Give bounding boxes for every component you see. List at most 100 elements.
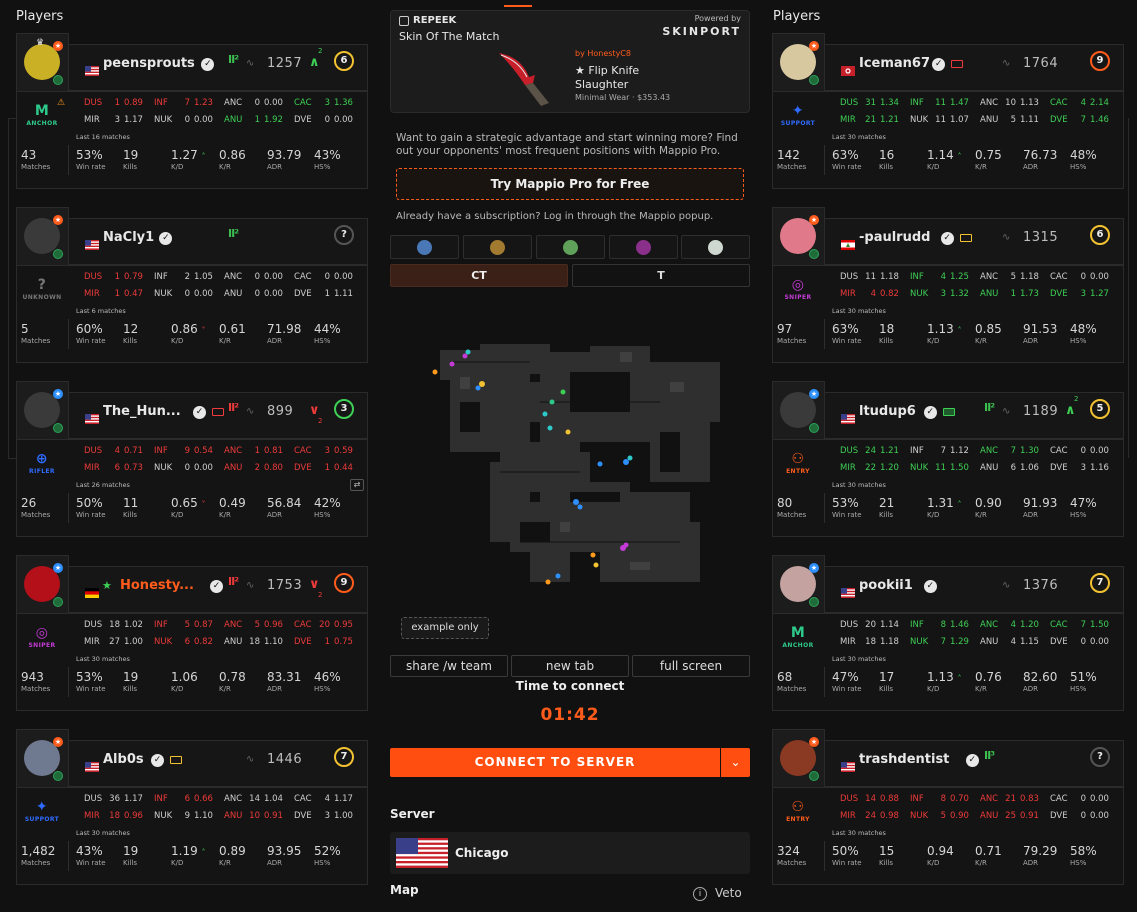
connect-to-server-button[interactable]: CONNECT TO SERVER [390,748,720,777]
faceit-level-badge: 9 [334,573,354,593]
map-count: 3 [324,446,330,456]
veto-label: Veto [715,886,742,900]
avatar[interactable]: ★ [772,381,825,439]
skin-of-match-card[interactable]: REPEEK Skin Of The Match Powered by SKIN… [390,10,750,113]
map-rating: 0.80 [264,463,283,473]
map-name: MIR [84,289,100,299]
player-card[interactable]: ★ pookii1 ✓ ∿ 1376 7 M ANCHOR DUS 20 1.14 INF 8 1.46 A… [772,555,1124,711]
stat-label: K/D [927,163,940,171]
stat-label: HS% [314,685,331,693]
map-stat: CAC 20 0.95 [294,617,364,634]
player-thumb-2[interactable] [463,235,532,259]
full-screen-button[interactable]: full screen [632,655,750,677]
map-stats-row: MIR 22 1.20 NUK 11 1.50 ANU 6 1.06 DVE 3 1.16 [840,460,1120,477]
player-card[interactable]: ★ Alb0s ✓ ∿ 1446 7 ✦ SUPPORT DUS 36 1.17 INF 6 0.66 AN… [16,729,368,885]
side-t-button[interactable]: T [572,264,750,287]
player-card[interactable]: ★ Iceman67 ✓ ∿ 1764 9 ✦ SUPPORT DUS 31 1.34 INF 11 1.… [772,33,1124,189]
map-stat: DUS 20 1.14 [840,617,910,634]
map-count: 7 [184,98,190,108]
player-summary-stats: 1,482 Matches 43% Win rate 19 Kills 1.19 ˄ K/D 0… [16,844,368,874]
avatar[interactable]: ★ [772,207,825,265]
warning-icon: ⚠ [57,98,66,108]
player-card[interactable]: ★ trashdentist ✓ Ⅱ³? ⚇ ENTRY DUS 14 0.88 INF 8 0.70… [772,729,1124,885]
map-stat: DUS 24 1.21 [840,443,910,460]
map-count: 3 [324,98,330,108]
map-stat: CAC 0 0.00 [1050,791,1120,808]
kd-trend-icon: ˄ [957,674,962,683]
avatar[interactable]: ★ [772,555,825,613]
player-thumb-1[interactable] [390,235,459,259]
shield-icon [53,771,63,781]
player-name[interactable]: pookii1 [859,578,913,593]
player-name[interactable]: trashdentist [859,752,949,767]
avatar[interactable]: ★ [772,33,825,91]
map-count: 18 [109,811,120,821]
side-ct-button[interactable]: CT [390,264,568,287]
connect-options-dropdown[interactable]: ⌄ [721,748,750,777]
elo-value: 1189 [1023,404,1059,419]
map-name: DVE [1050,463,1068,473]
player-card[interactable]: ★ peensprouts ✓ Ⅱ² ∿ 1257 ∧ 2 6 M ANCHOR DUS 1 0.89 IN… [16,33,368,189]
player-thumb-3[interactable] [536,235,605,259]
stat-kills: 15 Kills [879,844,894,867]
map-rating: 1.30 [1020,446,1039,456]
map-count: 21 [865,115,876,125]
map-stat: NUK 3 1.32 [910,286,980,303]
player-name[interactable]: Iceman67 [859,56,930,71]
player-card[interactable]: ★ NaCly1 ✓ Ⅱ²?? UNKNOWN DUS 1 0.79 INF 2 1.05 ANC 0 0… [16,207,368,363]
country-flag-icon [85,583,99,598]
map-rating: 1.00 [334,811,353,821]
map-count: 1 [324,289,330,299]
player-card[interactable]: ★ The_Hun... ✓ Ⅱ² ∿ 899 ∨ 2 3 ⊕ RIFLER DUS 4 0.71 INF 9… [16,381,368,537]
try-mappio-button[interactable]: Try Mappio Pro for Free [396,168,744,200]
map-stats-row: DUS 14 0.88 INF 8 0.70 ANC 21 0.83 CAC 0 0.00 [840,791,1120,808]
radar-map[interactable] [420,342,720,592]
map-stat: ANU 4 1.15 [980,634,1050,651]
player-name[interactable]: The_Hun... [103,404,181,419]
stat-label: ADR [1023,685,1039,693]
map-rating: 0.91 [1020,811,1039,821]
player-name[interactable]: -paulrudd [859,230,930,245]
map-stats-grid: DUS 11 1.18 INF 4 1.25 ANC 5 1.18 CAC 0 0.00 MIR 4 0.8… [840,269,1120,303]
new-tab-button[interactable]: new tab [511,655,629,677]
role-label: UNKNOWN [22,294,62,301]
avatar[interactable]: ★ [16,729,69,787]
stat-matches: 142 Matches [777,148,806,171]
map-count: 0 [1080,637,1086,647]
player-name[interactable]: peensprouts [103,56,195,71]
faceit-level-badge: 6 [1090,225,1110,245]
stat-label: Matches [21,685,51,693]
map-rating: 0.00 [1090,794,1109,804]
swap-icon[interactable]: ⇄ [350,479,364,491]
stat-kd: 1.13 ˄ K/D [927,322,962,345]
player-name[interactable]: Alb0s [103,752,144,767]
map-stat: NUK 9 1.10 [154,808,224,825]
map-name: DVE [294,637,312,647]
player-card[interactable]: ★ -paulrudd ✓ ∿ 1315 6 ◎ SNIPER DUS 11 1.18 INF 4 1.2… [772,207,1124,363]
map-rating: 1.32 [950,289,969,299]
map-stat: ANU 10 0.91 [224,808,294,825]
map-count: 11 [935,98,946,108]
role-icon: ? [37,277,47,293]
map-stat: INF 5 0.87 [154,617,224,634]
stat-winrate: 60% Win rate [76,322,106,345]
map-rating: 1.17 [334,794,353,804]
info-icon[interactable]: i [693,887,707,901]
player-name[interactable]: Honesty... [120,578,194,593]
avatar[interactable]: ★ [16,207,69,265]
avatar[interactable]: ★ [16,381,69,439]
player-thumb-4[interactable] [609,235,678,259]
avatar[interactable]: ★ [16,555,69,613]
avatar[interactable]: ★ [772,729,825,787]
map-stats-row: MIR 1 0.47 NUK 0 0.00 ANU 0 0.00 DVE 1 1.11 [84,286,364,303]
stat-value: 0.89 [219,844,246,858]
map-rating: 1.36 [334,98,353,108]
player-name[interactable]: ltudup6 [859,404,916,419]
stat-value: 47% [832,670,859,684]
player-card[interactable]: ★ ltudup6 ✓ Ⅱ² ∿ 1189 ∧ 2 5 ⚇ ENTRY DUS 24 1.21 INF 7 1.… [772,381,1124,537]
share-with-team-button[interactable]: share /w team [390,655,508,677]
map-count: 4 [1010,637,1016,647]
player-name[interactable]: NaCly1 [103,230,154,245]
player-card[interactable]: ★ ★ Honesty... ✓ Ⅱ² ∿ 1753 ∨ 2 9 ◎ SNIPER DUS 18 1.02 I… [16,555,368,711]
player-thumb-5[interactable] [681,235,750,259]
